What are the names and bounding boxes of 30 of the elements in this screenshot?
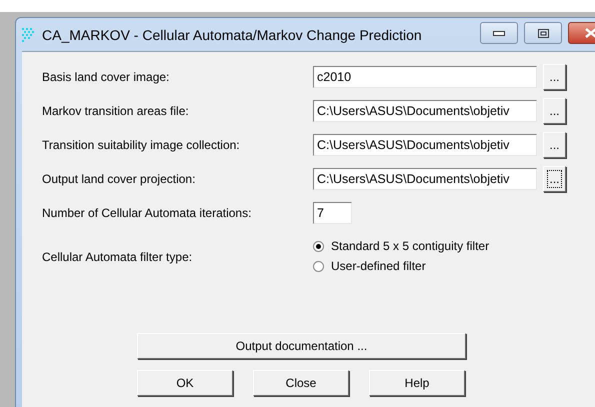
browse-button[interactable]: ... xyxy=(543,98,566,124)
field-label: Output land cover projection: xyxy=(42,172,196,186)
close-icon xyxy=(585,28,595,38)
minimize-icon xyxy=(493,30,505,36)
radio-button[interactable] xyxy=(313,240,324,252)
browse-button[interactable]: ... xyxy=(543,132,566,158)
input-field[interactable]: C:\Users\ASUS\Documents\objetiv xyxy=(313,168,537,190)
minimize-button[interactable] xyxy=(480,22,518,44)
radio-label: User-defined filter xyxy=(331,259,426,273)
input-field[interactable]: C:\Users\ASUS\Documents\objetiv xyxy=(313,134,537,156)
input-field[interactable]: 7 xyxy=(313,202,352,224)
field-label: Basis land cover image: xyxy=(42,70,170,84)
input-field[interactable]: C:\Users\ASUS\Documents\objetiv xyxy=(313,100,537,122)
maximize-button[interactable] xyxy=(524,22,562,44)
input-field[interactable]: c2010 xyxy=(313,66,537,88)
browse-button[interactable]: ... xyxy=(543,166,566,192)
grid-icon xyxy=(22,28,36,42)
browse-button[interactable]: ... xyxy=(543,64,566,90)
close-dialog-button[interactable]: Close xyxy=(253,370,349,396)
field-label: Number of Cellular Automata iterations: xyxy=(42,206,252,220)
radio-label: Standard 5 x 5 contiguity filter xyxy=(331,239,490,253)
field-label: Transition suitability image collection: xyxy=(42,138,241,152)
restore-icon xyxy=(538,28,548,38)
window-title: CA_MARKOV - Cellular Automata/Markov Change Prediction xyxy=(42,26,422,42)
help-button[interactable]: Help xyxy=(369,370,465,396)
documentation-button[interactable]: Output documentation ... xyxy=(137,333,466,359)
radio-button[interactable] xyxy=(313,260,324,272)
field-label: Cellular Automata filter type: xyxy=(42,250,194,264)
ok-button[interactable]: OK xyxy=(137,370,233,396)
field-label: Markov transition areas file: xyxy=(42,104,190,118)
